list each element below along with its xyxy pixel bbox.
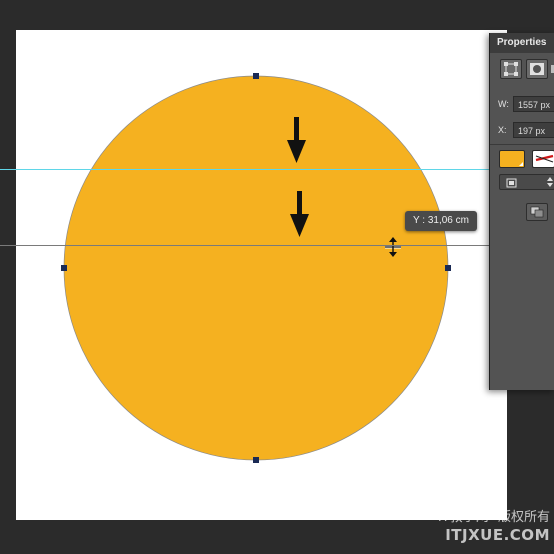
stroke-align-icon	[506, 178, 517, 188]
anchor-point-right[interactable]	[445, 265, 451, 271]
align-stroke-dropdown[interactable]	[499, 174, 554, 190]
canvas-overlay	[61, 73, 451, 463]
x-label: X:	[498, 125, 507, 135]
anchor-point-top[interactable]	[253, 73, 259, 79]
chevron-up-down-icon	[547, 177, 553, 187]
width-field[interactable]: 1557 px	[513, 96, 554, 112]
dropdown-corner-icon	[519, 162, 523, 166]
live-shape-button[interactable]	[500, 59, 522, 79]
anchor-point-left[interactable]	[61, 265, 67, 271]
x-field[interactable]: 197 px	[513, 122, 554, 138]
position-tooltip: Y : 31,06 cm	[405, 211, 477, 231]
stroke-icon	[535, 154, 554, 163]
path-operations-button[interactable]	[526, 203, 548, 221]
dragged-guide-line[interactable]	[0, 245, 554, 246]
orange-circle-shape[interactable]	[63, 75, 449, 461]
watermark-line-2: ITJXUE.COM	[445, 526, 550, 544]
mask-icon	[530, 63, 544, 75]
watermark: IT教学网--版权所有 ITJXUE.COM	[400, 509, 550, 544]
watermark-line-1: IT教学网--版权所有	[437, 510, 550, 525]
tab-properties[interactable]: Properties	[490, 33, 554, 53]
properties-panel: Properties W: 1557 px X: 197 px	[489, 33, 554, 390]
divider	[490, 144, 554, 145]
shape-transform-icon	[504, 62, 518, 76]
mask-button[interactable]	[526, 59, 548, 79]
combine-shapes-icon	[530, 206, 544, 218]
stroke-swatch[interactable]	[532, 150, 554, 168]
horizontal-guide-line[interactable]	[0, 169, 554, 170]
width-label: W:	[498, 99, 509, 109]
fill-color-swatch[interactable]	[499, 150, 525, 168]
anchor-point-bottom[interactable]	[253, 457, 259, 463]
